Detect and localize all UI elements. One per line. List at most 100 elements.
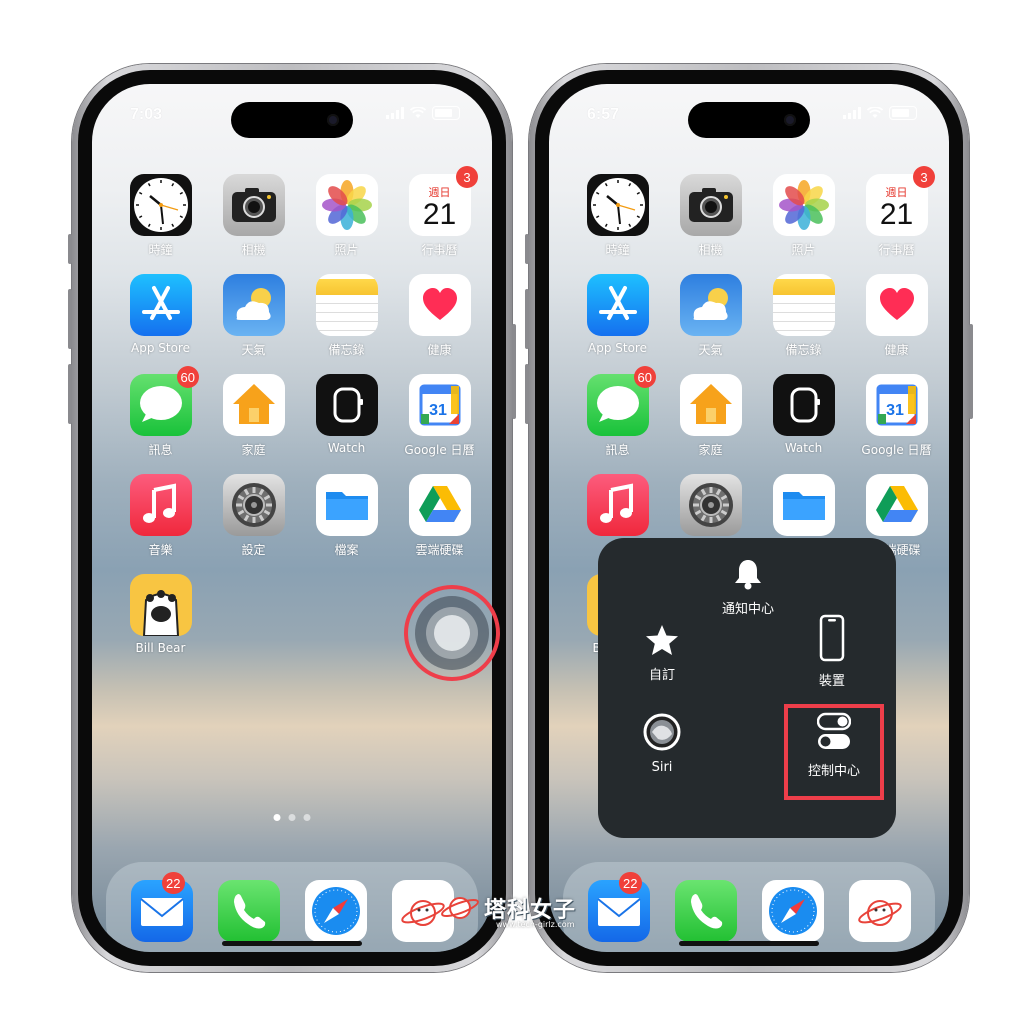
app-label: 健康 <box>427 343 452 357</box>
dynamic-island <box>231 102 353 138</box>
phone-icon <box>217 880 280 942</box>
assistive-touch-inner <box>434 615 470 651</box>
app-label: 健康 <box>884 343 909 357</box>
app-camera[interactable]: 相機 <box>207 174 300 274</box>
app-files[interactable]: 檔案 <box>300 474 393 574</box>
google-calendar-icon: 31 <box>408 374 471 436</box>
notification-badge: 22 <box>619 872 642 894</box>
app-label: 訊息 <box>605 443 630 457</box>
menu-item-siri[interactable]: Siri <box>612 712 712 775</box>
app-watch[interactable]: Watch <box>757 374 850 474</box>
app-mail[interactable]: 22 <box>130 872 193 942</box>
camera-icon <box>222 174 285 236</box>
menu-item-label: Siri <box>651 760 673 775</box>
tech-girls-icon <box>848 880 911 942</box>
app-phone[interactable] <box>674 880 737 942</box>
app-tech-girls[interactable] <box>848 880 911 942</box>
menu-item-notification-center[interactable]: 通知中心 <box>698 558 798 617</box>
app-photos[interactable]: 照片 <box>300 174 393 274</box>
status-icons <box>386 106 460 120</box>
app-label: 天氣 <box>241 343 266 357</box>
star-icon <box>646 625 678 655</box>
app-safari[interactable] <box>761 880 824 942</box>
app-notes[interactable]: 備忘錄 <box>757 274 850 374</box>
app-label: 家庭 <box>698 443 723 457</box>
app-phone[interactable] <box>217 880 280 942</box>
app-label: 備忘錄 <box>785 343 822 357</box>
app-label: Google 日曆 <box>404 443 475 457</box>
app-label: 備忘錄 <box>328 343 365 357</box>
menu-item-label: 裝置 <box>818 674 845 689</box>
notes-icon <box>772 274 835 336</box>
app-health[interactable]: 健康 <box>850 274 943 374</box>
phone-icon <box>674 880 737 942</box>
page-dot[interactable] <box>288 814 296 821</box>
bill-bear-icon <box>129 574 192 636</box>
menu-item-label: 通知中心 <box>721 602 774 617</box>
power-button <box>969 324 973 419</box>
planet-logo-icon <box>441 897 479 919</box>
camera-icon <box>679 174 742 236</box>
app-clock[interactable]: 時鐘 <box>114 174 207 274</box>
app-weather[interactable]: 天氣 <box>207 274 300 374</box>
app-calendar[interactable]: 週日 21 3 行事曆 <box>850 166 943 274</box>
home-icon <box>222 374 285 436</box>
app-weather[interactable]: 天氣 <box>664 274 757 374</box>
app-label: 時鐘 <box>605 243 630 257</box>
app-google-calendar[interactable]: 31 Google 日曆 <box>393 374 486 474</box>
menu-item-device[interactable]: 裝置 <box>782 614 882 689</box>
home-indicator[interactable] <box>679 941 819 946</box>
app-messages[interactable]: 60 訊息 <box>114 366 207 474</box>
app-app-store[interactable]: App Store <box>114 274 207 374</box>
music-icon <box>586 474 649 536</box>
app-camera[interactable]: 相機 <box>664 174 757 274</box>
dock: 22 <box>106 862 478 952</box>
app-label: 相機 <box>698 243 723 257</box>
app-label: App Store <box>131 341 190 355</box>
app-label: 天氣 <box>698 343 723 357</box>
app-bill-bear[interactable]: Bill Bear <box>114 574 207 674</box>
app-safari[interactable] <box>304 880 367 942</box>
dock: 22 <box>563 862 935 952</box>
app-messages[interactable]: 60 訊息 <box>571 366 664 474</box>
page-dot[interactable] <box>303 814 311 821</box>
assistive-touch-menu: 通知中心 自訂 裝置 Siri 控制中心 <box>598 538 896 838</box>
home-indicator[interactable] <box>222 941 362 946</box>
app-settings[interactable]: 設定 <box>207 474 300 574</box>
app-health[interactable]: 健康 <box>393 274 486 374</box>
assistive-touch-mid <box>426 607 478 659</box>
app-label: 檔案 <box>334 543 359 557</box>
notification-badge: 60 <box>176 366 199 388</box>
page-dot[interactable] <box>273 814 281 821</box>
assistive-touch-button[interactable] <box>404 585 500 681</box>
signal-icon <box>386 107 404 119</box>
action-button <box>68 234 72 264</box>
menu-item-label: 自訂 <box>648 668 675 683</box>
volume-up-button <box>68 289 72 349</box>
app-label: 設定 <box>241 543 266 557</box>
health-icon <box>408 274 471 336</box>
wifi-icon <box>410 107 426 118</box>
app-clock[interactable]: 時鐘 <box>571 174 664 274</box>
app-calendar[interactable]: 週日 21 3 行事曆 <box>393 166 486 274</box>
volume-down-button <box>68 364 72 424</box>
app-watch[interactable]: Watch <box>300 374 393 474</box>
clock-icon <box>129 174 192 236</box>
app-mail[interactable]: 22 <box>587 872 650 942</box>
app-google-drive[interactable]: 雲端硬碟 <box>393 474 486 574</box>
app-music[interactable]: 音樂 <box>114 474 207 574</box>
app-notes[interactable]: 備忘錄 <box>300 274 393 374</box>
app-app-store[interactable]: App Store <box>571 274 664 374</box>
app-label: App Store <box>588 341 647 355</box>
bell-icon <box>735 560 761 590</box>
status-time: 6:57 <box>587 106 620 123</box>
app-home[interactable]: 家庭 <box>664 374 757 474</box>
volume-down-button <box>525 364 529 424</box>
app-home[interactable]: 家庭 <box>207 374 300 474</box>
app-photos[interactable]: 照片 <box>757 174 850 274</box>
page-indicator[interactable] <box>273 814 311 821</box>
menu-item-custom[interactable]: 自訂 <box>612 624 712 683</box>
battery-icon <box>432 106 460 120</box>
app-google-calendar[interactable]: 31 Google 日曆 <box>850 374 943 474</box>
app-label: Bill Bear <box>135 641 186 655</box>
